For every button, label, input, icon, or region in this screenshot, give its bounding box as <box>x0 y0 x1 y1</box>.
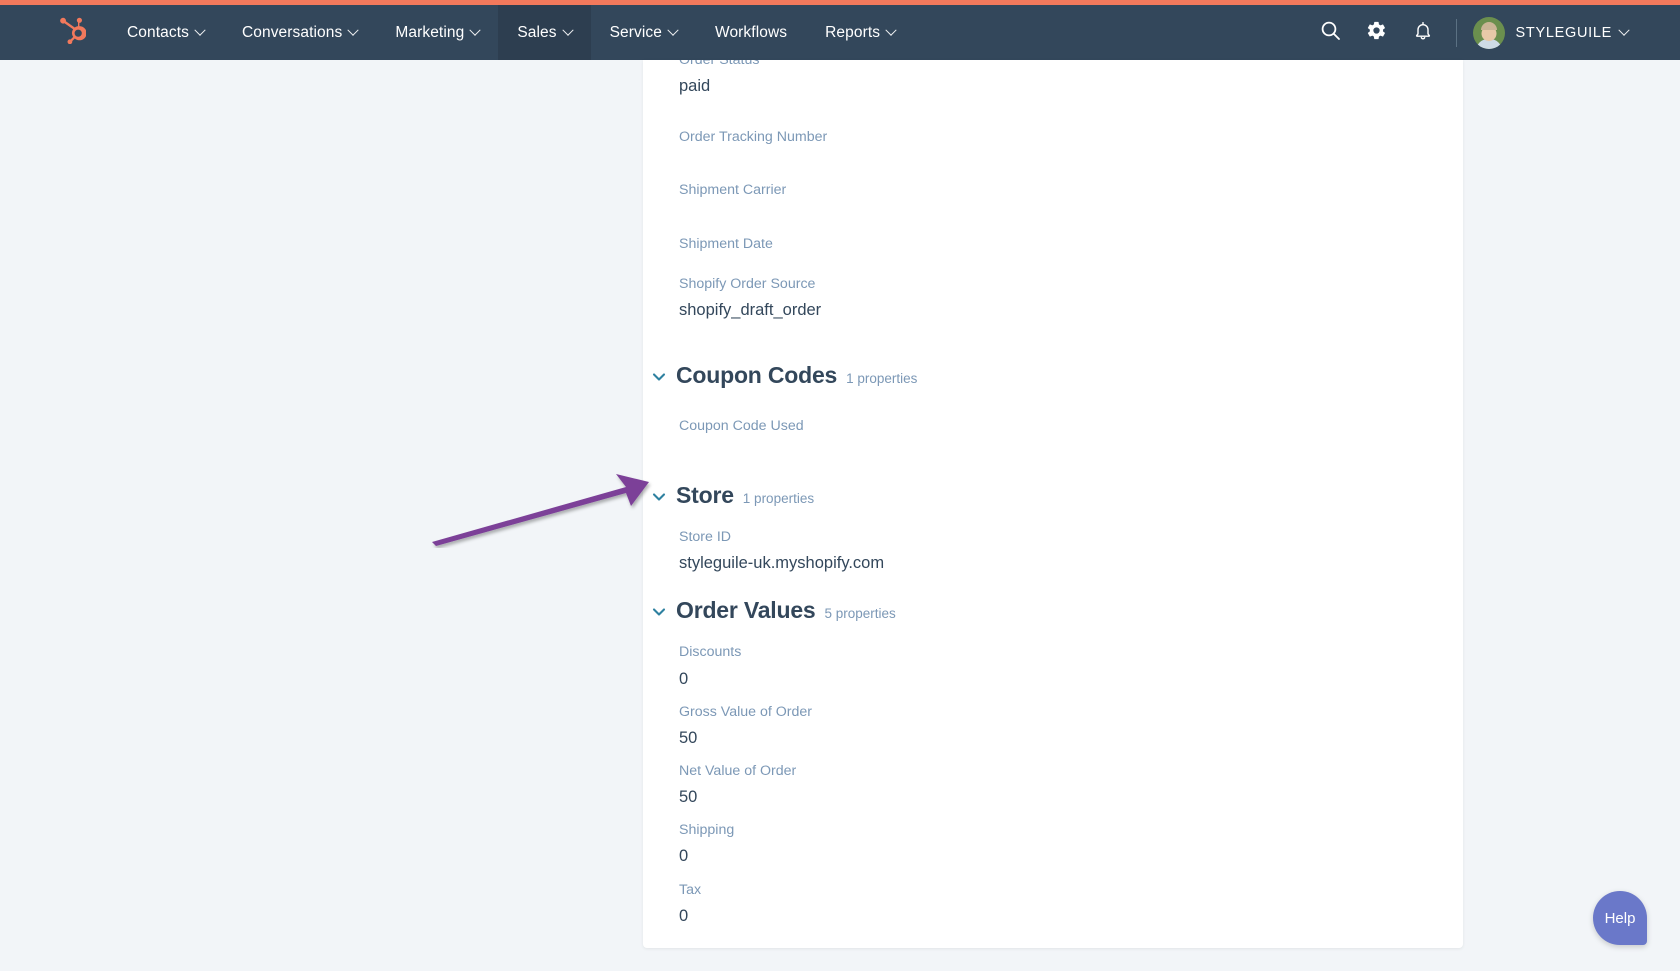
property-value <box>679 436 1427 454</box>
section-title: Coupon Codes <box>676 362 838 389</box>
app-root: Contacts Conversations Marketing Sales S… <box>0 0 1680 971</box>
property-value <box>679 147 1427 165</box>
property-store-id[interactable]: Store ID styleguile-uk.myshopify.com <box>679 515 1427 575</box>
notifications-button[interactable] <box>1400 5 1446 60</box>
nav-item-label: Conversations <box>241 23 343 41</box>
nav-item-marketing[interactable]: Marketing <box>376 5 498 60</box>
property-gross-value-of-order[interactable]: Gross Value of Order 50 <box>679 691 1427 750</box>
order-properties-card: Order Status paid Order Tracking Number … <box>643 60 1463 948</box>
card-content: Order Status paid Order Tracking Number … <box>643 60 1463 928</box>
property-value <box>679 201 1427 219</box>
property-label: Order Status <box>679 60 760 68</box>
section-title: Store <box>676 482 734 509</box>
chevron-down-icon[interactable] <box>651 604 667 620</box>
chevron-down-icon <box>347 24 360 36</box>
property-order-tracking-number[interactable]: Order Tracking Number <box>679 98 1427 165</box>
search-button[interactable] <box>1308 5 1354 60</box>
section-property-count: 5 properties <box>824 606 896 622</box>
property-value: shopify_draft_order <box>679 300 822 319</box>
property-label: Net Value of Order <box>679 763 797 780</box>
property-label: Tax <box>679 881 702 898</box>
chevron-down-icon[interactable] <box>651 489 667 505</box>
help-button[interactable]: Help <box>1593 891 1647 945</box>
search-icon <box>1320 20 1341 46</box>
property-value: 0 <box>679 906 689 925</box>
property-label: Shipment Date <box>679 235 773 252</box>
gear-icon <box>1366 20 1387 46</box>
property-label: Gross Value of Order <box>679 703 812 720</box>
nav-item-label: Service <box>609 23 662 41</box>
account-menu-button[interactable]: STYLEGUILE <box>1515 24 1630 41</box>
nav-item-sales[interactable]: Sales <box>498 5 591 60</box>
nav-item-workflows[interactable]: Workflows <box>696 5 806 60</box>
nav-item-label: Reports <box>825 23 881 41</box>
nav-item-reports[interactable]: Reports <box>806 5 914 60</box>
nav-item-service[interactable]: Service <box>591 5 696 60</box>
nav-item-label: Workflows <box>715 23 788 41</box>
property-label: Shipment Carrier <box>679 182 787 199</box>
section-property-count: 1 properties <box>742 491 815 507</box>
section-title: Order Values <box>676 597 816 624</box>
property-shipment-carrier[interactable]: Shipment Carrier <box>679 165 1427 218</box>
chevron-down-icon[interactable] <box>651 369 667 385</box>
chevron-down-icon <box>667 24 679 36</box>
section-property-count: 1 properties <box>846 371 918 387</box>
property-label: Discounts <box>679 644 742 661</box>
chevron-down-icon <box>469 24 481 36</box>
property-shipping[interactable]: Shipping 0 <box>679 809 1427 868</box>
property-shopify-order-source[interactable]: Shopify Order Source shopify_draft_order <box>679 259 1427 322</box>
nav-item-conversations[interactable]: Conversations <box>223 5 376 60</box>
chevron-down-icon <box>561 24 574 36</box>
property-value: 0 <box>679 669 689 688</box>
main-navbar: Contacts Conversations Marketing Sales S… <box>0 5 1680 60</box>
chevron-down-icon <box>194 24 206 36</box>
settings-button[interactable] <box>1354 5 1400 60</box>
property-value: styleguile-uk.myshopify.com <box>679 554 885 573</box>
property-shipment-date[interactable]: Shipment Date <box>679 219 1427 259</box>
property-value: 0 <box>679 847 689 866</box>
property-label: Order Tracking Number <box>679 129 828 146</box>
property-discounts[interactable]: Discounts 0 <box>679 630 1427 690</box>
avatar[interactable] <box>1472 16 1505 49</box>
property-order-status[interactable]: Order Status paid <box>679 60 1427 98</box>
navbar-divider <box>1455 18 1457 47</box>
primary-nav: Contacts Conversations Marketing Sales S… <box>108 5 914 60</box>
nav-item-label: Contacts <box>127 23 189 41</box>
help-button-label: Help <box>1604 909 1636 927</box>
navbar-utility-group: STYLEGUILE <box>1308 5 1680 60</box>
property-label: Shopify Order Source <box>679 275 816 292</box>
property-value: 50 <box>679 788 698 807</box>
nav-item-contacts[interactable]: Contacts <box>108 5 223 60</box>
property-coupon-code-used[interactable]: Coupon Code Used <box>679 395 1427 454</box>
property-label: Shipping <box>679 822 735 839</box>
hubspot-logo-link[interactable] <box>0 5 108 60</box>
property-tax[interactable]: Tax 0 <box>679 869 1427 928</box>
property-net-value-of-order[interactable]: Net Value of Order 50 <box>679 750 1427 809</box>
chevron-down-icon <box>1618 24 1630 36</box>
purple-arrow-annotation <box>432 474 649 546</box>
property-value: paid <box>679 77 711 96</box>
bell-icon <box>1413 20 1433 46</box>
section-header-order-values[interactable]: Order Values 5 properties <box>651 597 1427 624</box>
avatar-hair <box>1480 21 1497 30</box>
property-label: Coupon Code Used <box>679 418 804 435</box>
hubspot-sprocket-logo <box>60 16 87 49</box>
nav-item-label: Sales <box>517 23 557 41</box>
section-header-coupon-codes[interactable]: Coupon Codes 1 properties <box>651 362 1427 389</box>
chevron-down-icon <box>885 24 897 36</box>
section-header-store[interactable]: Store 1 properties <box>651 482 1427 509</box>
property-label: Store ID <box>679 529 732 546</box>
property-value: 50 <box>679 728 698 747</box>
nav-item-label: Marketing <box>395 23 465 41</box>
account-name-label: STYLEGUILE <box>1515 24 1612 41</box>
